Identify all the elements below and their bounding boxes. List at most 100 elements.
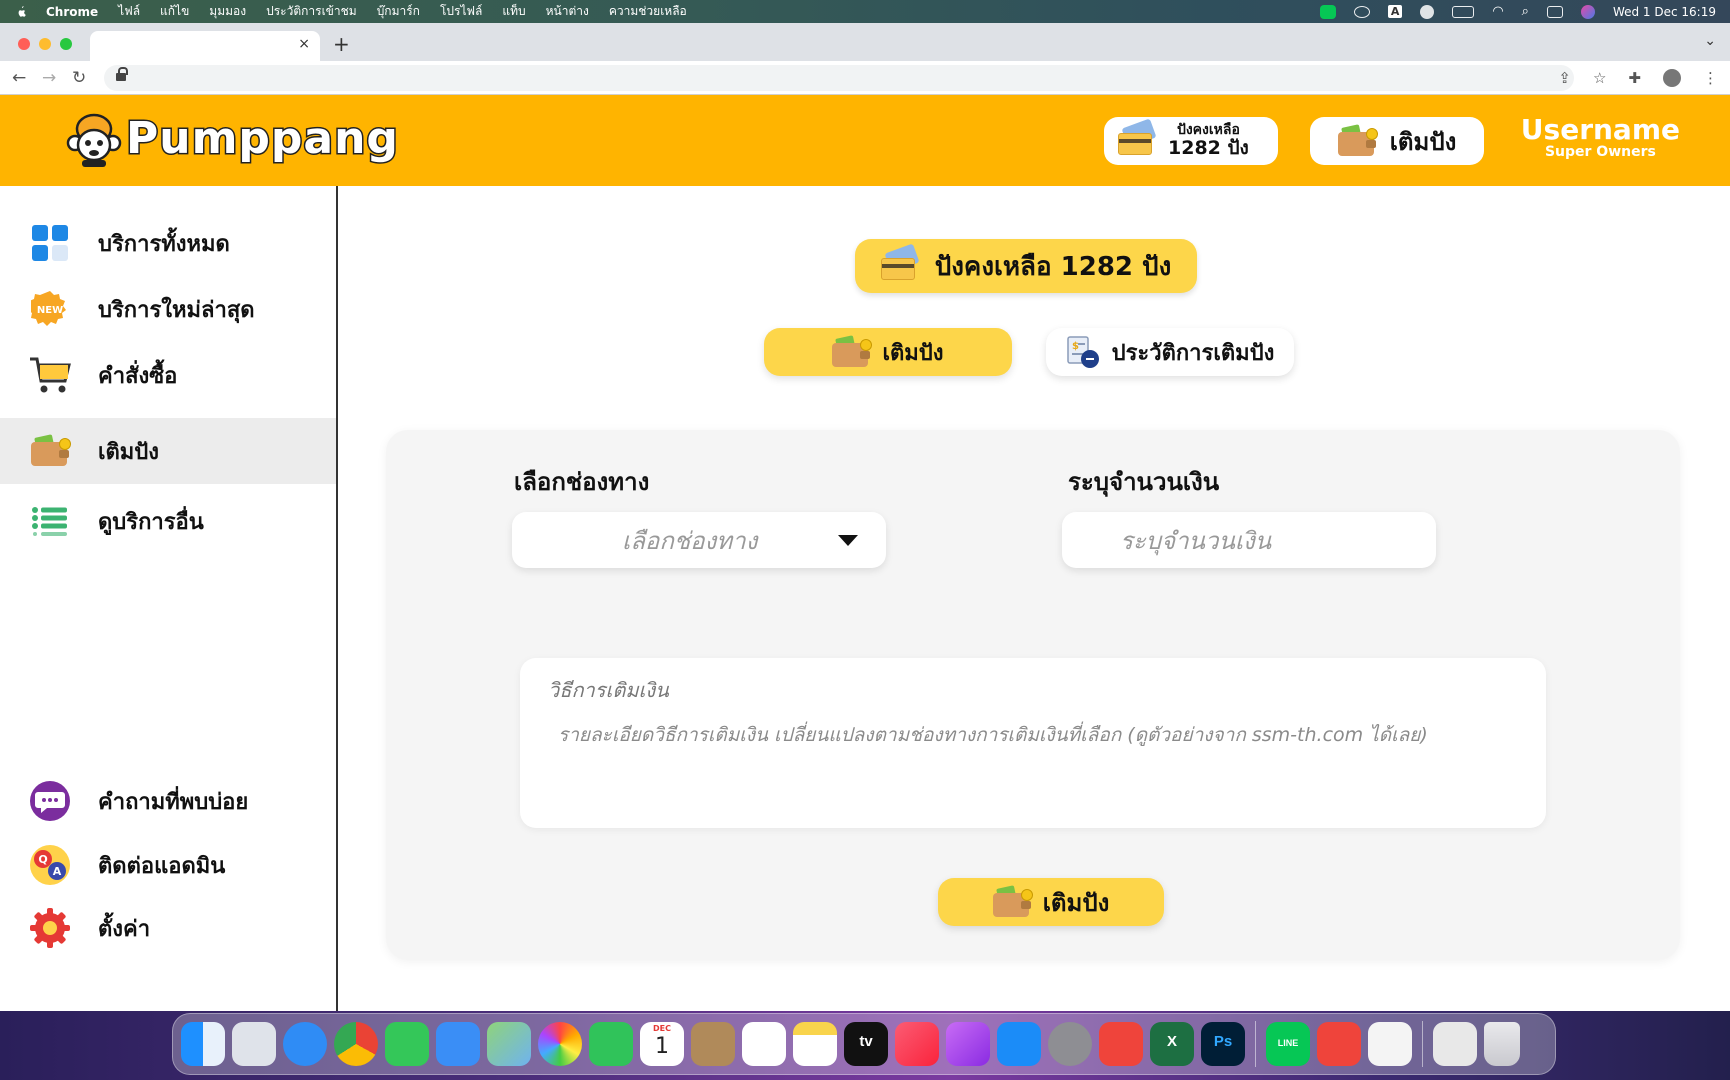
header-balance-value: 1282 ปัง — [1168, 137, 1249, 160]
apple-tv-icon[interactable]: tv — [844, 1022, 888, 1066]
browser-tab-active[interactable]: × — [90, 31, 320, 61]
bookmark-star-icon[interactable]: ☆ — [1593, 69, 1606, 87]
menu-history[interactable]: ประวัติการเข้าชม — [266, 2, 357, 21]
trash-icon[interactable] — [1484, 1022, 1520, 1066]
sidebar-item-new-services[interactable]: NEW บริการใหม่ล่าสุด — [0, 276, 336, 342]
more-menu-icon[interactable]: ⋮ — [1703, 69, 1718, 87]
channel-label: เลือกช่องทาง — [514, 468, 650, 496]
close-window-button[interactable] — [18, 38, 30, 50]
channel-select[interactable]: เลือกช่องทาง — [512, 512, 886, 568]
calendar-icon[interactable]: DEC 1 — [640, 1022, 684, 1066]
topup-method-box: วิธีการเติมเงิน รายละเอียดวิธีการเติมเงิ… — [520, 658, 1546, 828]
lock-icon[interactable] — [116, 67, 128, 82]
app-header: Pumppang ปังคงเหลือ 1282 ปัง เติมปัง Use… — [0, 95, 1730, 186]
anydesk-icon[interactable] — [1099, 1022, 1143, 1066]
launchpad-icon[interactable] — [232, 1022, 276, 1066]
pumppang-logo[interactable]: Pumppang — [66, 107, 399, 169]
contacts-icon[interactable] — [691, 1022, 735, 1066]
notes-icon[interactable] — [793, 1022, 837, 1066]
grid-icon — [28, 221, 72, 265]
profile-avatar-icon[interactable] — [1663, 69, 1681, 87]
preview-icon[interactable] — [1433, 1022, 1477, 1066]
header-topup-button[interactable]: เติมปัง — [1310, 117, 1484, 165]
amount-input[interactable]: ระบุจำนวนเงิน — [1062, 512, 1436, 568]
menu-profiles[interactable]: โปรไฟล์ — [440, 2, 482, 21]
extensions-puzzle-icon[interactable]: ✚ — [1628, 69, 1641, 87]
tab-search-chevron-icon[interactable]: ⌄ — [1704, 33, 1716, 49]
header-balance-pill[interactable]: ปังคงเหลือ 1282 ปัง — [1104, 117, 1278, 165]
sidebar-item-all-services[interactable]: บริการทั้งหมด — [0, 210, 336, 276]
system-preferences-icon[interactable] — [1048, 1022, 1092, 1066]
reminders-icon[interactable] — [742, 1022, 786, 1066]
new-tab-button[interactable]: + — [333, 32, 350, 56]
header-balance-label: ปังคงเหลือ — [1176, 121, 1240, 138]
sidebar-item-contact-admin[interactable]: QA ติดต่อแอดมิน — [0, 832, 336, 898]
chrome-icon[interactable] — [334, 1022, 378, 1066]
spotlight-search-icon[interactable]: ⌕ — [1522, 4, 1529, 19]
app-store-icon[interactable] — [997, 1022, 1041, 1066]
textedit-icon[interactable] — [1368, 1022, 1412, 1066]
list-icon — [28, 499, 72, 543]
maps-icon[interactable] — [487, 1022, 531, 1066]
tab-topup[interactable]: เติมปัง — [764, 328, 1012, 376]
battery-icon[interactable] — [1452, 5, 1475, 18]
cart-icon — [28, 353, 72, 397]
sidebar-item-label: ตั้งค่า — [98, 916, 151, 942]
sidebar-item-faq[interactable]: คำถามที่พบบ่อย — [0, 768, 336, 834]
photoshop-icon[interactable]: Ps — [1201, 1022, 1245, 1066]
minimize-window-button[interactable] — [39, 38, 51, 50]
calendar-day: 1 — [655, 1034, 669, 1059]
dropdown-caret-icon[interactable] — [838, 535, 858, 546]
address-bar[interactable] — [104, 65, 1574, 91]
facetime-icon[interactable] — [589, 1022, 633, 1066]
input-source-icon[interactable]: A — [1387, 5, 1403, 18]
back-arrow-icon[interactable]: ← — [12, 68, 26, 88]
menu-window[interactable]: หน้าต่าง — [546, 2, 589, 21]
qa-icon: QA — [28, 843, 72, 887]
tab-topup-history[interactable]: $ ประวัติการเติมปัง — [1046, 328, 1294, 376]
mail-icon[interactable] — [436, 1022, 480, 1066]
dock-separator — [1422, 1021, 1423, 1067]
menu-file[interactable]: ไฟล์ — [118, 2, 140, 21]
podcasts-icon[interactable] — [946, 1022, 990, 1066]
menu-clock[interactable]: Wed 1 Dec 16:19 — [1613, 5, 1716, 19]
line-status-icon[interactable] — [1319, 4, 1336, 19]
topup-submit-button[interactable]: เติมปัง — [938, 878, 1164, 926]
reload-icon[interactable]: ↻ — [72, 68, 86, 88]
line-icon[interactable]: LINE — [1266, 1022, 1310, 1066]
user-profile[interactable]: Username Super Owners — [1521, 113, 1680, 160]
sidebar-item-settings[interactable]: ตั้งค่า — [0, 895, 336, 961]
photos-icon[interactable] — [538, 1022, 582, 1066]
siri-icon[interactable] — [1580, 4, 1595, 19]
user-switch-icon[interactable] — [1420, 4, 1435, 19]
menu-bookmarks[interactable]: บุ๊กมาร์ก — [377, 2, 420, 21]
excel-icon[interactable]: X — [1150, 1022, 1194, 1066]
tab-label: ประวัติการเติมปัง — [1111, 340, 1275, 366]
zoom-window-button[interactable] — [60, 38, 72, 50]
sidebar-item-topup[interactable]: เติมปัง — [0, 418, 336, 484]
apple-logo-icon[interactable] — [14, 5, 28, 19]
menu-help[interactable]: ความช่วยเหลือ — [609, 2, 687, 21]
forward-arrow-icon[interactable]: → — [42, 68, 56, 88]
anydesk-2-icon[interactable] — [1317, 1022, 1361, 1066]
control-center-icon[interactable] — [1546, 5, 1563, 18]
sidebar-item-other-services[interactable]: ดูบริการอื่น — [0, 488, 336, 554]
new-badge-text: NEW — [37, 305, 63, 316]
messages-icon[interactable] — [385, 1022, 429, 1066]
tab-close-icon[interactable]: × — [298, 36, 310, 52]
music-icon[interactable] — [895, 1022, 939, 1066]
menu-app-name[interactable]: Chrome — [46, 5, 98, 19]
safari-icon[interactable] — [283, 1022, 327, 1066]
sidebar-item-label: เติมปัง — [98, 439, 160, 465]
finder-icon[interactable] — [181, 1022, 225, 1066]
menu-view[interactable]: มุมมอง — [209, 2, 246, 21]
share-icon[interactable]: ⇪ — [1558, 69, 1571, 87]
monkey-mascot-icon — [66, 113, 122, 167]
logo-text: Pumppang — [125, 111, 400, 165]
wifi-icon[interactable]: ◠ — [1492, 4, 1503, 19]
menu-tab[interactable]: แท็บ — [502, 2, 525, 21]
creative-cloud-icon[interactable] — [1353, 5, 1370, 18]
browser-toolbar: ← → ↻ ⇪ ☆ ✚ ⋮ — [0, 61, 1730, 95]
sidebar-item-orders[interactable]: คำสั่งซื้อ — [0, 342, 336, 408]
menu-edit[interactable]: แก้ไข — [160, 2, 189, 21]
